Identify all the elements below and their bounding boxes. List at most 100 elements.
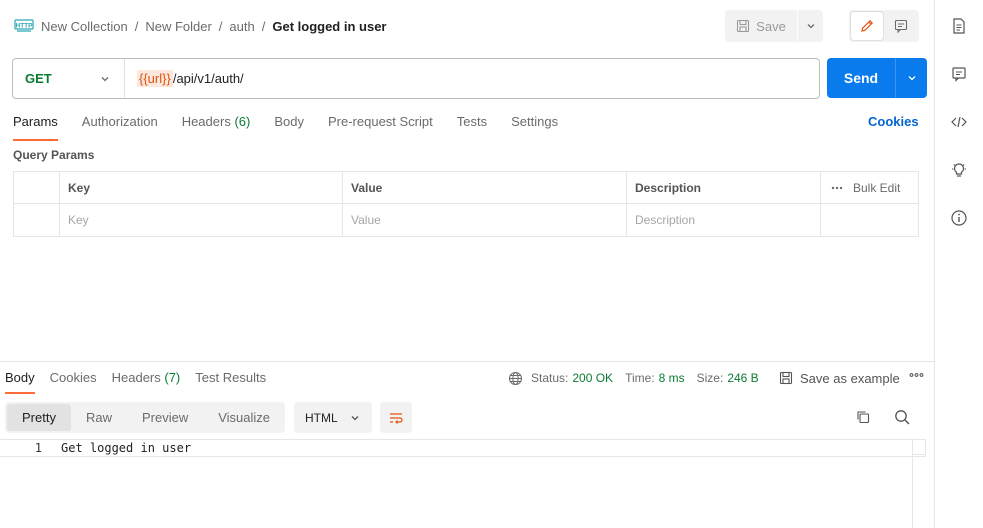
code-text: Get logged in user <box>61 441 192 455</box>
breadcrumb-folder[interactable]: New Folder <box>145 19 211 34</box>
row-checkbox-cell <box>14 204 60 236</box>
globe-icon[interactable] <box>508 371 523 386</box>
row-actions-cell <box>821 204 918 236</box>
send-options-button[interactable] <box>895 58 927 98</box>
tab-response-body[interactable]: Body <box>5 370 35 394</box>
bulk-edit-label: Bulk Edit <box>853 180 901 195</box>
pencil-icon <box>859 18 875 34</box>
url-input[interactable]: {{url}} /api/v1/auth/ <box>125 70 244 87</box>
response-headers-count: (7) <box>164 370 181 385</box>
save-options-button[interactable] <box>797 10 823 42</box>
description-column-header: Description <box>627 172 821 203</box>
chevron-down-icon <box>100 74 110 84</box>
save-icon <box>779 371 793 385</box>
response-tabs: Body Cookies Headers (7) Test Results <box>5 370 281 394</box>
save-as-example-label: Save as example <box>800 370 900 386</box>
breadcrumb-separator: / <box>134 18 139 34</box>
save-button[interactable]: Save <box>725 10 797 42</box>
size-value[interactable]: 246 B <box>727 371 758 385</box>
breadcrumb-collection[interactable]: New Collection <box>41 19 128 34</box>
format-visualize[interactable]: Visualize <box>203 404 285 431</box>
wrap-lines-button[interactable] <box>380 402 412 433</box>
code-icon[interactable] <box>950 113 968 131</box>
tab-headers[interactable]: Headers (6) <box>182 114 251 140</box>
size-label: Size: <box>696 371 724 385</box>
info-icon[interactable] <box>950 209 968 227</box>
edit-mode-button[interactable] <box>851 12 883 40</box>
documentation-icon[interactable] <box>950 17 968 35</box>
search-icon[interactable] <box>894 409 911 426</box>
right-sidebar <box>934 0 983 528</box>
breadcrumb-separator: / <box>261 18 266 34</box>
headers-count: (6) <box>234 114 251 129</box>
tab-body[interactable]: Body <box>274 114 304 140</box>
svg-text:HTTP: HTTP <box>16 23 34 30</box>
comment-mode-button[interactable] <box>885 12 917 40</box>
format-raw[interactable]: Raw <box>71 404 127 431</box>
code-line: 1 Get logged in user <box>0 439 926 457</box>
table-row: Key Value Description <box>14 204 918 236</box>
tab-response-cookies[interactable]: Cookies <box>50 370 97 392</box>
more-options-icon[interactable] <box>909 372 924 378</box>
response-body-editor[interactable]: 1 Get logged in user <box>0 437 926 528</box>
format-pretty[interactable]: Pretty <box>7 404 71 431</box>
tab-pre-request-script[interactable]: Pre-request Script <box>328 114 433 140</box>
lightbulb-icon[interactable] <box>950 161 968 179</box>
language-select[interactable]: HTML <box>294 402 372 433</box>
comments-icon[interactable] <box>950 65 968 83</box>
request-tabs: Params Authorization Headers (6) Body Pr… <box>13 114 582 141</box>
response-meta: Status: 200 OK Time: 8 ms Size: 246 B <box>508 370 759 386</box>
breadcrumb-subfolder[interactable]: auth <box>229 19 254 34</box>
tab-params[interactable]: Params <box>13 114 58 141</box>
tab-tests[interactable]: Tests <box>457 114 487 140</box>
url-variable: {{url}} <box>137 70 173 87</box>
scrollbar-corner <box>912 439 926 455</box>
url-path: /api/v1/auth/ <box>172 71 244 86</box>
comment-icon <box>893 18 909 34</box>
table-header-row: Key Value Description Bulk Edit <box>14 172 918 204</box>
description-input[interactable]: Description <box>627 204 821 236</box>
save-button-group: Save <box>725 10 823 42</box>
query-params-title: Query Params <box>13 148 95 162</box>
tab-authorization[interactable]: Authorization <box>82 114 158 140</box>
save-label: Save <box>756 18 786 34</box>
tab-settings[interactable]: Settings <box>511 114 558 140</box>
value-column-header: Value <box>343 172 627 203</box>
url-bar: GET {{url}} /api/v1/auth/ <box>12 58 820 99</box>
cookies-link[interactable]: Cookies <box>868 114 919 129</box>
copy-icon[interactable] <box>855 409 871 425</box>
method-select[interactable]: GET <box>13 59 125 98</box>
response-divider[interactable] <box>0 361 934 362</box>
more-horizontal-icon[interactable] <box>831 186 843 190</box>
language-value: HTML <box>305 410 338 425</box>
breadcrumb: HTTP New Collection / New Folder / auth … <box>14 14 386 38</box>
send-button-group: Send <box>827 58 927 98</box>
checkbox-column-header <box>14 172 60 203</box>
query-params-table: Key Value Description Bulk Edit Key Valu… <box>13 171 919 237</box>
status-label: Status: <box>531 371 569 385</box>
value-input[interactable]: Value <box>343 204 627 236</box>
format-preview[interactable]: Preview <box>127 404 203 431</box>
http-request-icon: HTTP <box>14 17 34 35</box>
key-column-header: Key <box>60 172 343 203</box>
save-icon <box>736 19 750 33</box>
send-button[interactable]: Send <box>827 58 895 98</box>
chevron-down-icon <box>350 413 360 423</box>
body-format-tabs: Pretty Raw Preview Visualize <box>5 402 285 433</box>
request-title[interactable]: Get logged in user <box>272 19 386 34</box>
view-mode-toggle <box>849 10 919 42</box>
save-as-example-button[interactable]: Save as example <box>779 370 900 386</box>
bulk-edit-button[interactable]: Bulk Edit <box>821 172 918 203</box>
time-value[interactable]: 8 ms <box>659 371 685 385</box>
breadcrumb-separator: / <box>218 18 223 34</box>
wrap-lines-icon <box>388 410 404 426</box>
chevron-down-icon <box>907 73 917 83</box>
line-number: 1 <box>34 441 42 455</box>
time-label: Time: <box>625 371 655 385</box>
tab-response-headers[interactable]: Headers (7) <box>112 370 181 392</box>
tab-test-results[interactable]: Test Results <box>195 370 266 392</box>
status-value[interactable]: 200 OK <box>572 371 613 385</box>
method-value: GET <box>25 71 52 86</box>
scrollbar[interactable] <box>912 455 913 528</box>
key-input[interactable]: Key <box>60 204 343 236</box>
